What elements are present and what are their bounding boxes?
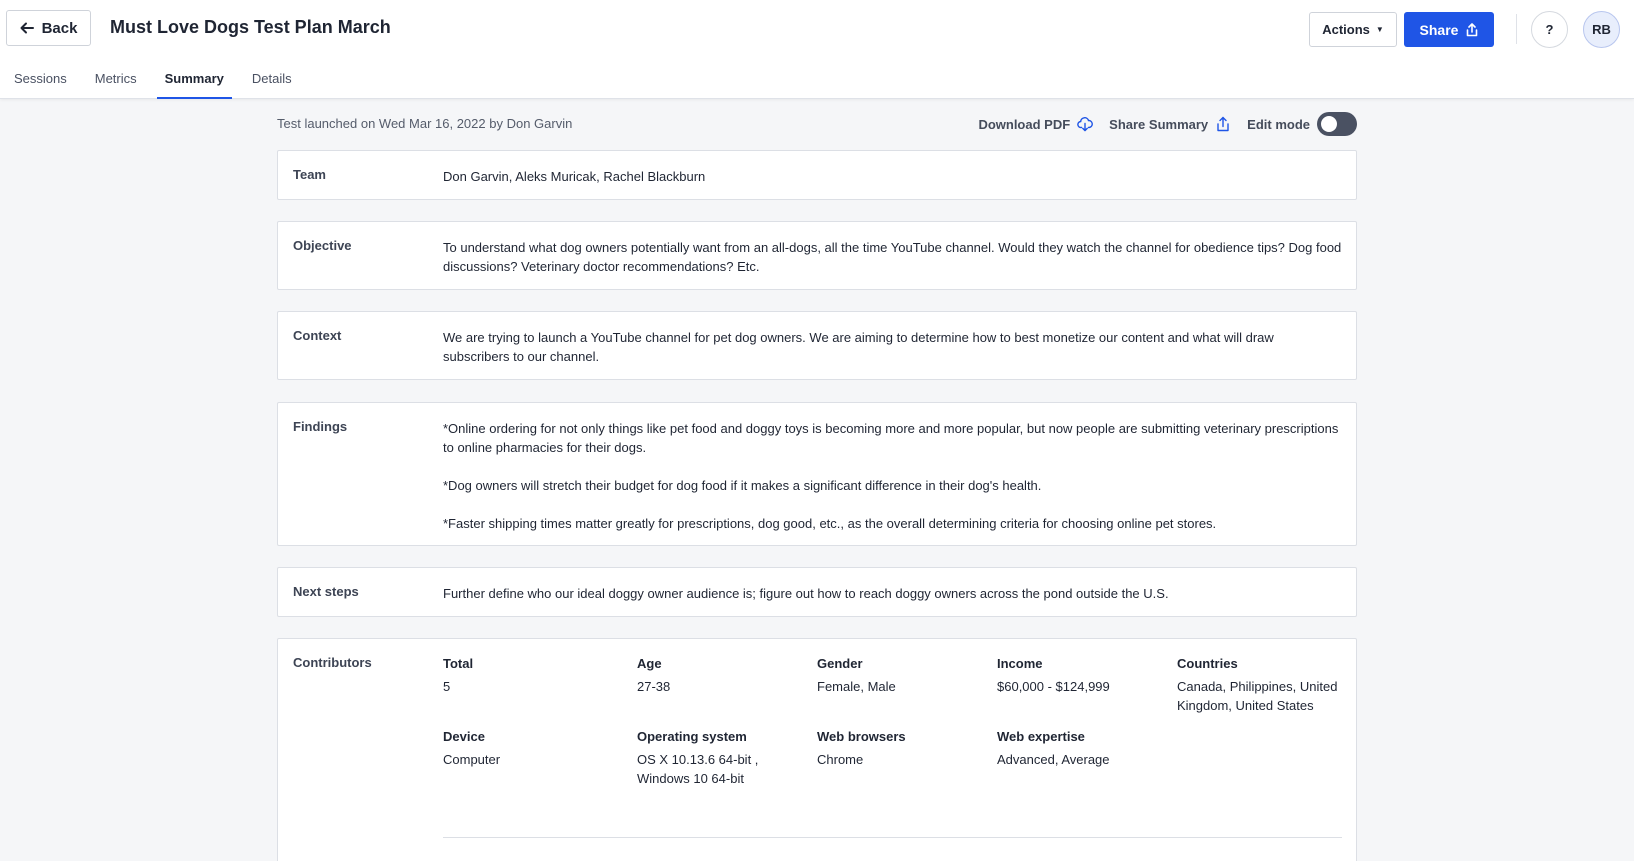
gender-value: Female, Male [817,679,896,694]
user-avatar[interactable]: RB [1583,11,1620,48]
edit-mode-control: Edit mode [1247,112,1357,136]
contributors-row: Total 5 Age 27-38 Gender Female, Male In… [443,654,1343,715]
tab-sessions[interactable]: Sessions [6,62,75,99]
download-pdf-label: Download PDF [978,116,1071,132]
income-value: $60,000 - $124,999 [997,679,1110,694]
contributors-browsers: Web browsers Chrome [817,727,997,788]
expertise-header: Web expertise [997,729,1085,744]
os-value: OS X 10.13.6 64-bit , Windows 10 64-bit [637,752,759,786]
launched-text: Test launched on Wed Mar 16, 2022 by Don… [277,116,573,131]
team-value: Don Garvin, Aleks Muricak, Rachel Blackb… [443,169,706,184]
objective-value: To understand what dog owners potentiall… [443,240,1342,274]
download-pdf-link[interactable]: Download PDF [978,116,1094,132]
share-icon [1217,116,1229,132]
age-header: Age [637,656,662,671]
next-steps-label: Next steps [293,584,359,599]
age-value: 27-38 [637,679,671,694]
summary-actions: Download PDF Share Summary Edit mode [978,111,1357,137]
countries-value: Canada, Philippines, United Kingdom, Uni… [1177,679,1338,713]
next-steps-card: Next steps Further define who our ideal … [277,567,1357,617]
contributors-divider [443,837,1342,838]
gender-header: Gender [817,656,863,671]
contributors-device: Device Computer [443,727,637,788]
contributors-grid: Total 5 Age 27-38 Gender Female, Male In… [443,654,1343,788]
share-button[interactable]: Share [1404,12,1494,47]
contributors-countries: Countries Canada, Philippines, United Ki… [1177,654,1342,715]
team-card: Team Don Garvin, Aleks Muricak, Rachel B… [277,150,1357,200]
back-button[interactable]: Back [6,10,91,46]
tab-summary[interactable]: Summary [156,62,233,99]
context-label: Context [293,328,342,343]
tab-bar: Sessions Metrics Summary Details [0,62,300,99]
help-button[interactable]: ? [1531,11,1568,48]
caret-down-icon: ▼ [1375,25,1384,34]
contributors-total: Total 5 [443,654,637,715]
income-header: Income [997,656,1043,671]
back-button-label: Back [41,19,78,37]
findings-label: Findings [293,419,348,434]
findings-card: Findings *Online ordering for not only t… [277,402,1357,546]
edit-mode-label: Edit mode [1247,116,1310,132]
os-header: Operating system [637,729,747,744]
contributors-card: Contributors Total 5 Age 27-38 Gender Fe… [277,638,1357,861]
finding-item: *Dog owners will stretch their budget fo… [443,478,1042,493]
context-card: Context We are trying to launch a YouTub… [277,311,1357,380]
contributors-label: Contributors [293,655,372,670]
page-title: Must Love Dogs Test Plan March [110,17,391,37]
arrow-left-icon [20,22,34,34]
device-header: Device [443,729,485,744]
header-divider [1516,14,1517,44]
summary-meta-bar: Test launched on Wed Mar 16, 2022 by Don… [277,111,1357,137]
finding-item: *Faster shipping times matter greatly fo… [443,516,1217,531]
countries-header: Countries [1177,656,1238,671]
findings-list: *Online ordering for not only things lik… [443,419,1342,533]
tab-metrics[interactable]: Metrics [87,62,145,99]
objective-label: Objective [293,238,352,253]
contributors-age: Age 27-38 [637,654,817,715]
contributors-row: Device Computer Operating system OS X 10… [443,727,1343,788]
tab-details[interactable]: Details [244,62,300,99]
browsers-value: Chrome [817,752,864,767]
actions-button[interactable]: Actions ▼ [1309,12,1397,47]
contributors-os: Operating system OS X 10.13.6 64-bit , W… [637,727,817,788]
actions-button-label: Actions [1322,22,1370,37]
total-value: 5 [443,679,451,694]
share-icon [1467,22,1478,36]
finding-item: *Online ordering for not only things lik… [443,421,1339,455]
share-button-label: Share [1419,21,1459,38]
contributors-gender: Gender Female, Male [817,654,997,715]
share-summary-label: Share Summary [1109,116,1209,132]
share-summary-link[interactable]: Share Summary [1109,116,1231,132]
cloud-download-icon [1077,117,1094,132]
context-value: We are trying to launch a YouTube channe… [443,330,1274,364]
total-header: Total [443,656,474,671]
contributors-expertise: Web expertise Advanced, Average [997,727,1177,788]
next-steps-value: Further define who our ideal doggy owner… [443,586,1169,601]
team-label: Team [293,167,326,182]
device-value: Computer [443,752,501,767]
expertise-value: Advanced, Average [997,752,1110,767]
contributors-income: Income $60,000 - $124,999 [997,654,1177,715]
edit-mode-toggle[interactable] [1317,112,1357,136]
browsers-header: Web browsers [817,729,906,744]
objective-card: Objective To understand what dog owners … [277,221,1357,290]
app-header: Back Must Love Dogs Test Plan March Acti… [0,0,1634,99]
